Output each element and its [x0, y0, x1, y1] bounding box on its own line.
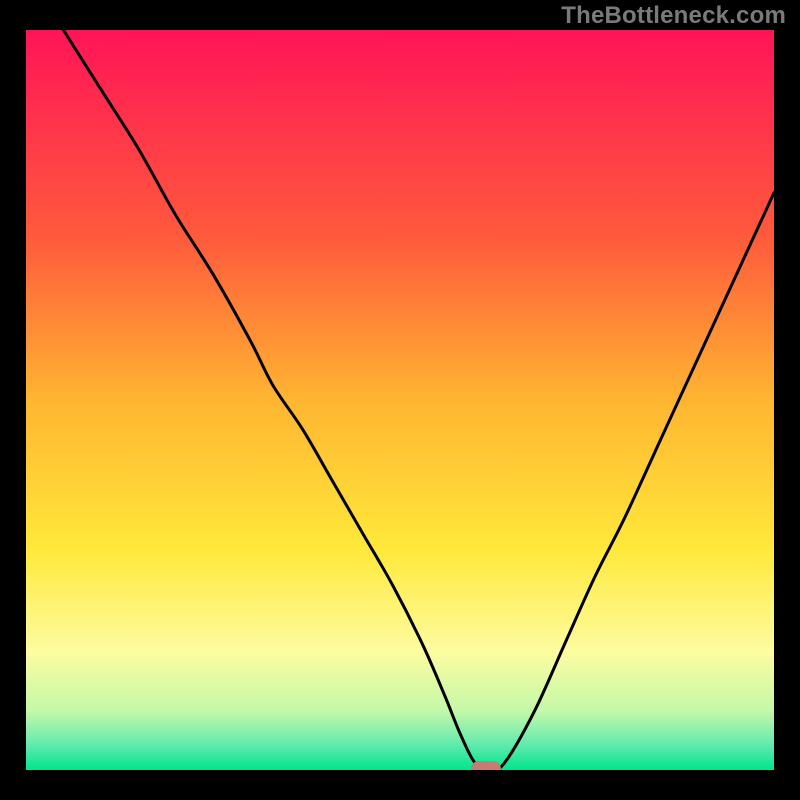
gradient-background [26, 30, 774, 770]
watermark-text: TheBottleneck.com [561, 2, 786, 30]
plot-area [26, 30, 774, 777]
bottleneck-chart: TheBottleneck.com [0, 0, 800, 800]
chart-svg [0, 0, 800, 800]
